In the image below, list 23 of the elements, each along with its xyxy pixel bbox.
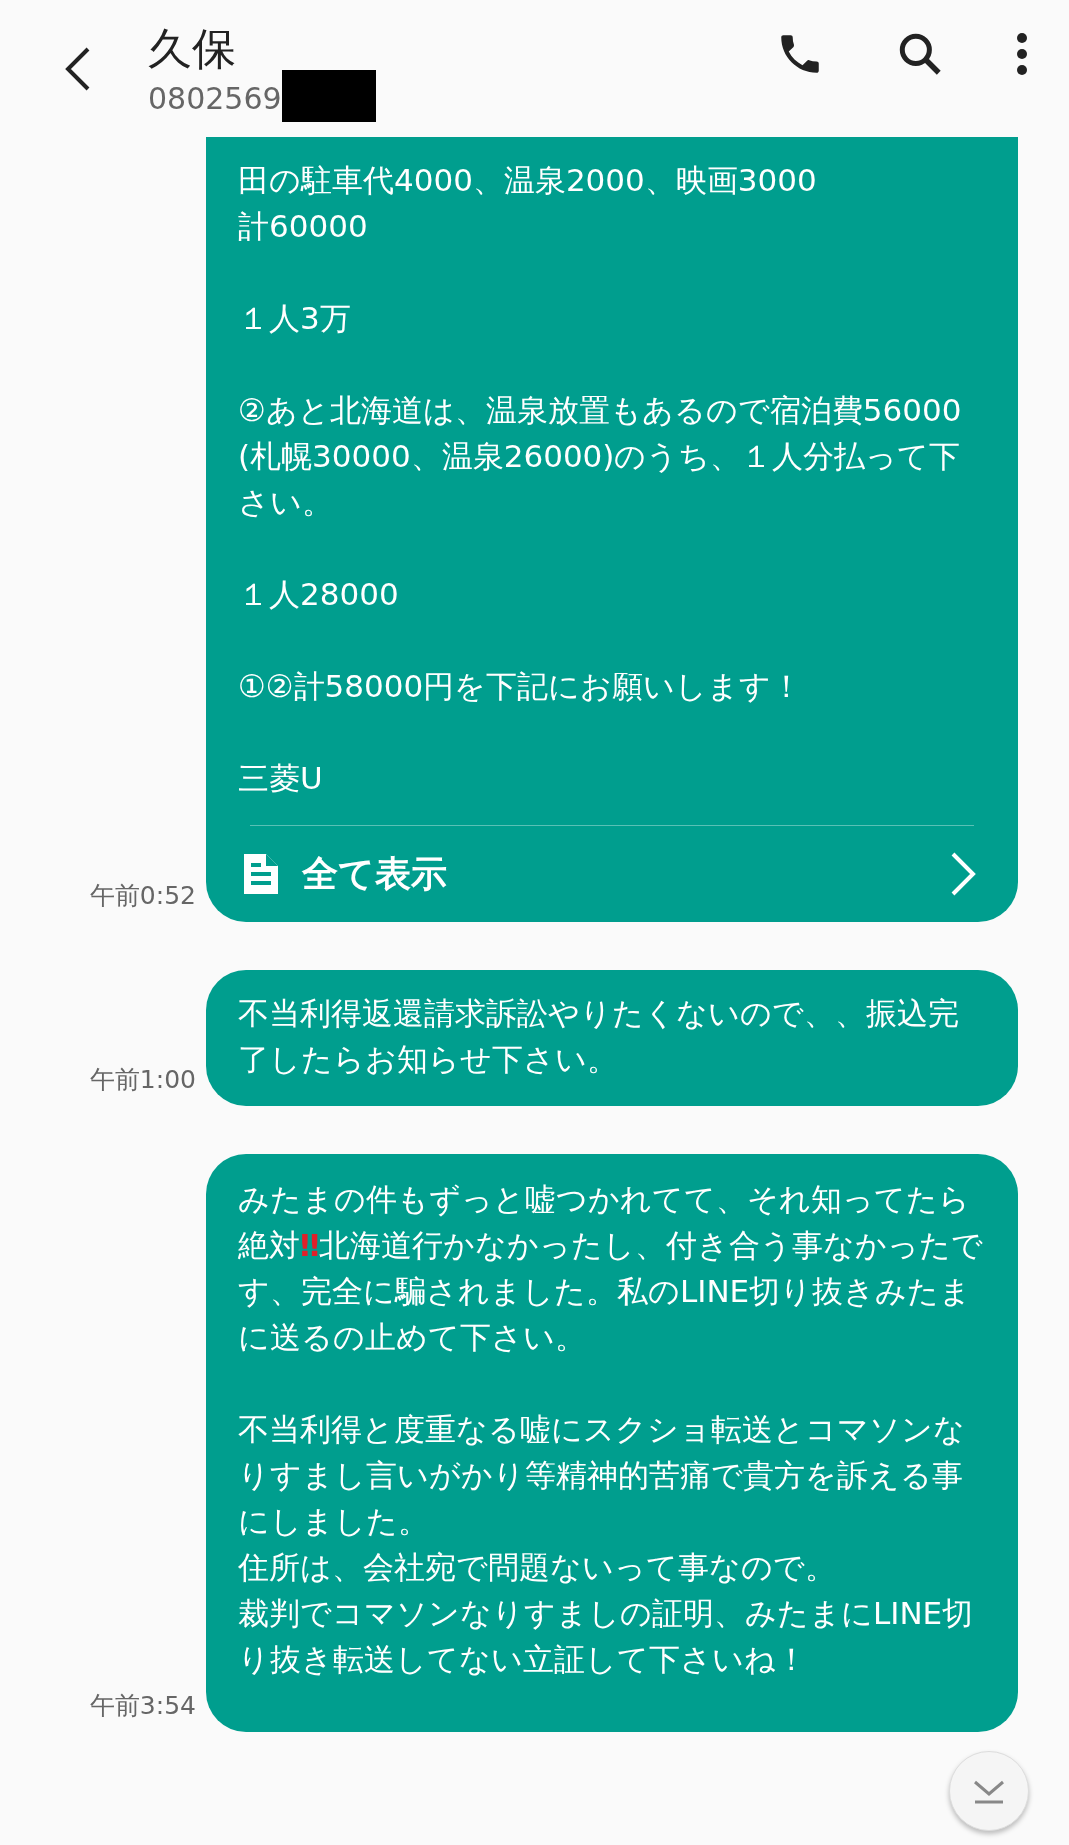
message-bubble[interactable]: 不当利得返還請求訴訟やりたくないので、、振込完了したらお知らせ下さい。 [206,970,1018,1106]
message-text: みたまの件もずっと嘘つかれてて、それ知ってたら絶対‼北海道行かなかったし、付き合う事なかったです、完全に騙されました。私のLINE切り抜きみたまに送るの止めて下さい。 [238,1180,985,1357]
document-icon [242,852,280,896]
show-all-button[interactable]: 全て表示 [206,826,1018,922]
message-text: 田の駐車代4000、温泉2000、映画3000 [238,161,818,200]
message-text: ①②計58000円を下記にお願いします！ [238,667,804,706]
message-time: 午前3:54 [88,1690,197,1722]
message-bubble[interactable]: みたまの件もずっと嘘つかれてて、それ知ってたら絶対‼北海道行かなかったし、付き合う事なかったです、完全に騙されました。私のLINE切り抜きみたまに送るの止めて下さい。 不当利得と度重なる嘘にスクショ転送とコマソンなりすまし言いがかり等精神的苦痛で貴方を訴える事にしました。 住所は、会社宛で問題ないって事なので。 裁判でコマソンなりすましの証明、みたまにLINE切り抜き転送してない立証して下さいね！ [206,1154,1018,1732]
contact-name: 久保 [148,21,237,76]
message-text: 住所は、会社宛で問題ないって事なので。 [238,1548,837,1587]
phone-number: 0802569 [148,79,282,118]
message-time: 午前0:52 [88,880,197,912]
message-bubble[interactable]: 田の駐車代4000、温泉2000、映画3000 計60000 １人3万 ②あと北海道は、温泉放置もあるので宿泊費56000(札幌30000、温泉26000)のうち、１人分払って下さい。 １人28000 ①②計58000円を下記にお願いします！ 三菱U 全て表示 [206,137,1018,922]
message-text: 三菱U [238,759,324,798]
message-text: 不当利得と度重なる嘘にスクショ転送とコマソンなりすまし言いがかり等精神的苦痛で貴方を訴える事にしました。 [238,1410,966,1541]
message-text: １人28000 [238,575,400,614]
message-time: 午前1:00 [88,1064,197,1096]
scroll-down-button[interactable] [949,1751,1029,1831]
message-text: 不当利得返還請求訴訟やりたくないので、、振込完了したらお知らせ下さい。 [238,994,960,1079]
message-text: ②あと北海道は、温泉放置もあるので宿泊費56000(札幌30000、温泉26000)のうち、１人分払って下さい。 [238,391,963,522]
message-text: 計60000 [238,207,369,246]
message-text: １人3万 [238,299,352,338]
message-text: 裁判でコマソンなりすましの証明、みたまにLINE切り抜き転送してない立証して下さいね！ [238,1594,975,1679]
